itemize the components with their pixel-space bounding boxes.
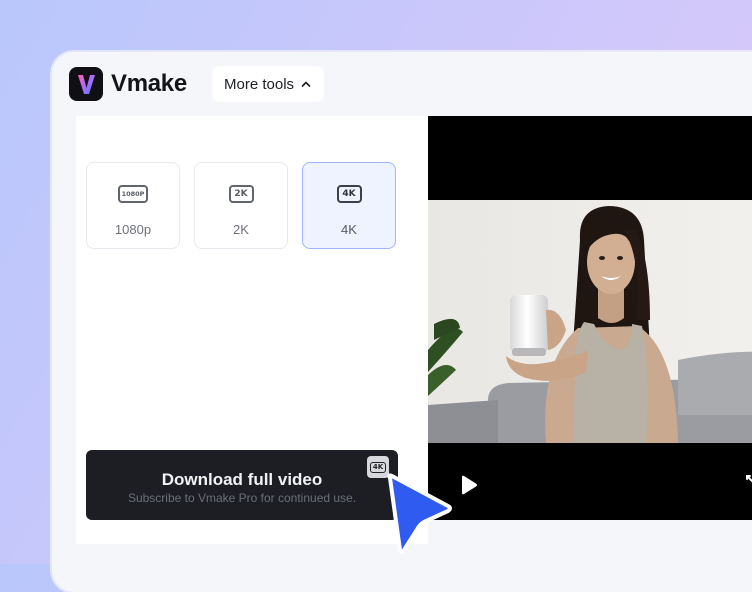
resolution-option-4k[interactable]: 4K 4K	[302, 162, 396, 249]
more-tools-button[interactable]: More tools	[212, 66, 325, 102]
settings-panel: 1080P 1080p 2K 2K 4K 4K Download full vi…	[76, 116, 428, 544]
video-frame	[428, 200, 752, 443]
expand-icon[interactable]	[744, 473, 752, 500]
2k-badge-icon: 2K	[228, 185, 254, 203]
header: Vmake More tools	[52, 52, 752, 116]
download-full-video-button[interactable]: Download full video Subscribe to Vmake P…	[86, 450, 398, 520]
cursor-arrow-icon	[380, 470, 456, 561]
resolution-label: 4K	[341, 222, 357, 237]
1080p-badge-icon: 1080P	[118, 185, 148, 203]
chevron-up-icon	[300, 78, 312, 90]
video-player[interactable]	[428, 116, 752, 520]
vmake-logo-icon[interactable]	[69, 67, 103, 101]
video-controls	[428, 444, 752, 520]
resolution-label: 1080p	[114, 222, 152, 237]
more-tools-label: More tools	[224, 75, 295, 93]
brand-name: Vmake	[111, 70, 187, 97]
download-title: Download full video	[161, 470, 323, 489]
resolution-label: 2K	[233, 222, 249, 237]
play-icon[interactable]	[456, 474, 480, 501]
4k-badge-icon: 4K	[336, 185, 362, 203]
resolution-option-1080p[interactable]: 1080P 1080p	[86, 162, 180, 249]
resolution-option-2k[interactable]: 2K 2K	[194, 162, 288, 249]
download-subtitle: Subscribe to Vmake Pro for continued use…	[127, 491, 357, 505]
